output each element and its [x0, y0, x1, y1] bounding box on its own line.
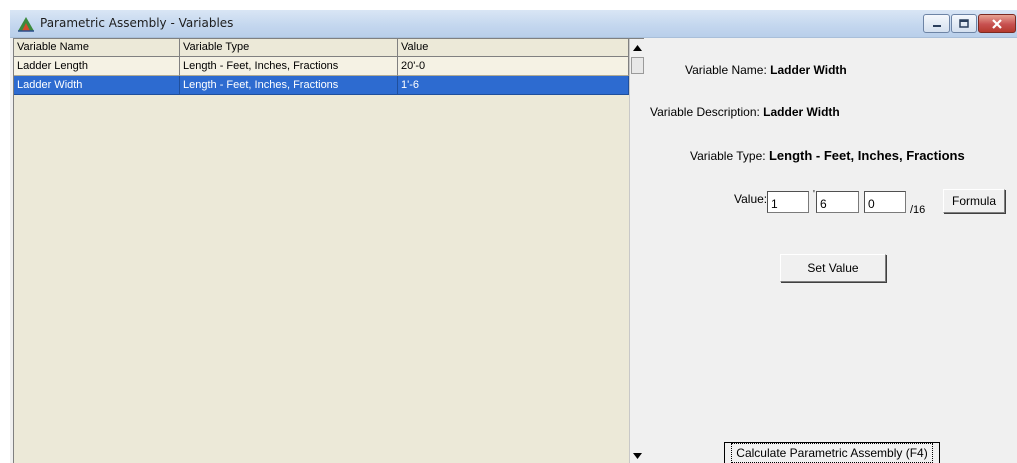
variable-description-row: Variable Description: Ladder Width [650, 105, 840, 119]
variable-details-panel: Variable Name: Ladder Width Variable Des… [646, 38, 1017, 463]
fraction-denominator: /16 [910, 204, 926, 216]
calculate-button-label: Calculate Parametric Assembly (F4) [731, 443, 933, 463]
scroll-down-button[interactable] [630, 447, 645, 463]
variable-description-value: Ladder Width [763, 105, 840, 119]
value-label: Value: [734, 192, 768, 206]
close-button[interactable] [978, 14, 1016, 33]
fraction-input[interactable]: 0 [864, 191, 906, 213]
feet-input[interactable]: 1 [767, 191, 809, 213]
arrow-up-icon [633, 44, 642, 51]
window-title: Parametric Assembly - Variables [40, 16, 234, 30]
column-header-value[interactable]: Value [398, 39, 629, 57]
set-value-button[interactable]: Set Value [780, 254, 886, 282]
scrollbar-thumb[interactable] [631, 57, 644, 74]
minimize-icon [932, 24, 941, 27]
close-icon [992, 18, 1002, 29]
maximize-button[interactable] [951, 14, 977, 33]
minimize-button[interactable] [923, 14, 950, 33]
variable-name-value: Ladder Width [770, 63, 847, 77]
variables-grid[interactable]: Variable Name Variable Type Value Ladder… [13, 38, 644, 463]
cell-variable-type[interactable]: Length - Feet, Inches, Fractions [180, 76, 398, 95]
variable-type-value: Length - Feet, Inches, Fractions [768, 148, 965, 163]
grid-header: Variable Name Variable Type Value [14, 39, 629, 57]
variable-name-label: Variable Name: [685, 63, 767, 77]
calculate-parametric-assembly-button[interactable]: Calculate Parametric Assembly (F4) [724, 442, 940, 463]
variable-type-row: Variable Type: Length - Feet, Inches, Fr… [690, 148, 965, 163]
grid-vertical-scrollbar[interactable] [629, 39, 644, 463]
inches-input[interactable]: 6 [816, 191, 859, 213]
cell-variable-name[interactable]: Ladder Width [14, 76, 180, 95]
variable-name-row: Variable Name: Ladder Width [685, 63, 847, 77]
arrow-down-icon [633, 452, 642, 459]
cell-variable-type[interactable]: Length - Feet, Inches, Fractions [180, 57, 398, 76]
table-row-selected[interactable]: Ladder Width Length - Feet, Inches, Frac… [14, 76, 629, 95]
cell-value[interactable]: 1'-6 [398, 76, 629, 95]
table-row[interactable]: Ladder Length Length - Feet, Inches, Fra… [14, 57, 629, 76]
variable-type-label: Variable Type: [690, 149, 766, 163]
column-header-variable-name[interactable]: Variable Name [14, 39, 180, 57]
parametric-assembly-window: Parametric Assembly - Variables Variable… [10, 10, 1017, 463]
feet-mark: ' [813, 189, 815, 200]
scroll-up-button[interactable] [630, 39, 645, 56]
cell-variable-name[interactable]: Ladder Length [14, 57, 180, 76]
title-bar[interactable]: Parametric Assembly - Variables [10, 10, 1017, 38]
formula-button[interactable]: Formula [943, 189, 1005, 213]
column-header-variable-type[interactable]: Variable Type [180, 39, 398, 57]
parametric-assembly-icon [18, 17, 34, 32]
maximize-icon [959, 19, 969, 28]
cell-value[interactable]: 20'-0 [398, 57, 629, 76]
variable-description-label: Variable Description: [650, 105, 760, 119]
